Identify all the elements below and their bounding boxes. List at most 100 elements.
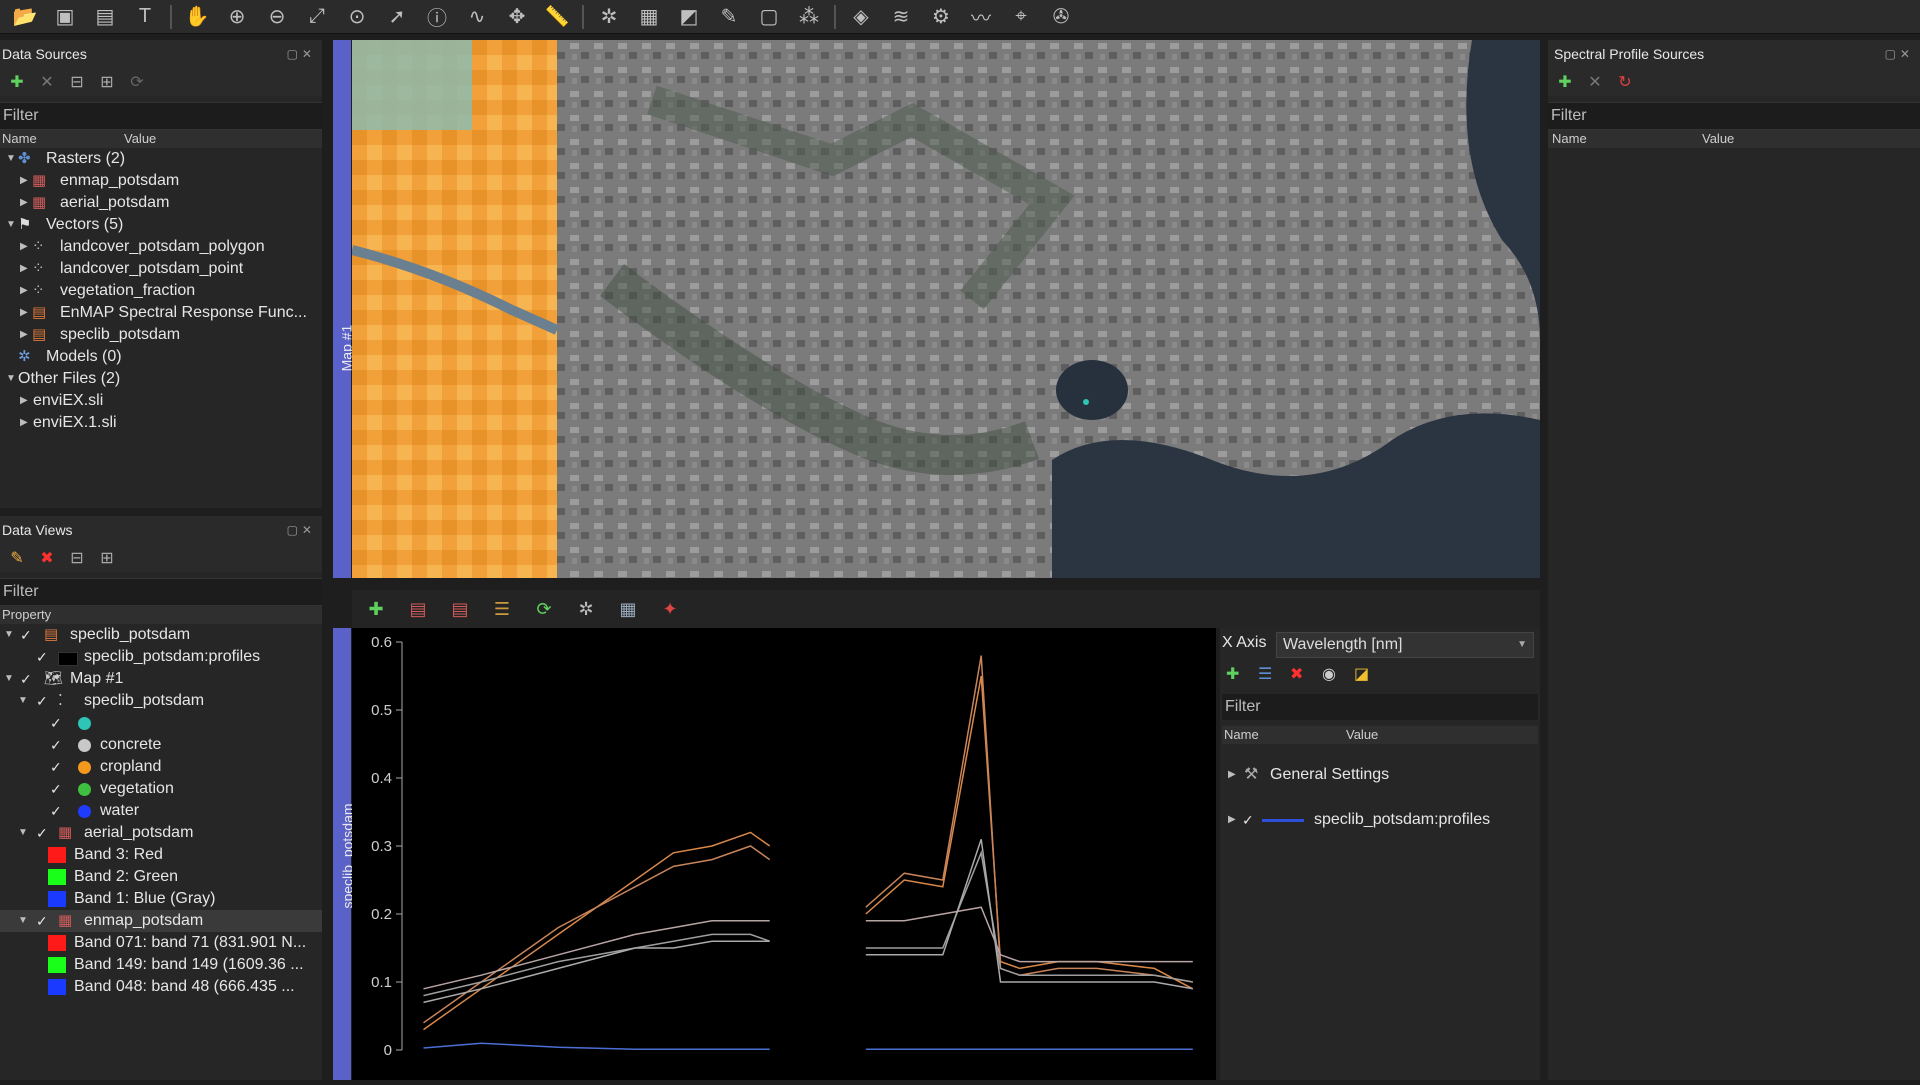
- tree-item[interactable]: ▼ Other Files (2): [0, 368, 322, 390]
- table-icon[interactable]: ▦: [614, 597, 642, 621]
- digitize-icon[interactable]: ⁂: [794, 3, 824, 31]
- tree-item[interactable]: ▶ ▤ EnMAP Spectral Response Func...: [0, 302, 322, 324]
- copy-icon[interactable]: ◪: [1354, 664, 1378, 684]
- add-view-icon[interactable]: ✎: [6, 547, 28, 569]
- checkbox-icon[interactable]: ✓: [20, 624, 32, 646]
- chevron-down-icon[interactable]: ▼: [4, 668, 14, 690]
- tree-item[interactable]: ▼ ✤ Rasters (2): [0, 148, 322, 170]
- checkbox-icon[interactable]: ✓: [50, 778, 62, 800]
- wave-icon[interactable]: 〰: [966, 3, 996, 31]
- google-earth-icon[interactable]: ◈: [846, 3, 876, 31]
- checkbox-icon[interactable]: ✓: [50, 800, 62, 822]
- visibility-icon[interactable]: ◉: [1322, 664, 1346, 684]
- speclib-dock-strip[interactable]: speclib_potsdam: [333, 628, 356, 1080]
- panel-float-close-icons[interactable]: ▢✕: [287, 516, 316, 544]
- expand-all-icon[interactable]: ⊞: [96, 547, 118, 569]
- spectral-profile-icon[interactable]: ∿: [462, 3, 492, 31]
- tree-item[interactable]: ▶ ▦ enmap_potsdam: [0, 170, 322, 192]
- data-views-filter[interactable]: Filter: [0, 578, 322, 606]
- chevron-down-icon[interactable]: ▼: [6, 148, 16, 170]
- checkbox-icon[interactable]: ✓: [50, 712, 62, 734]
- tree-item[interactable]: ▶ enviEX.1.sli: [0, 412, 322, 434]
- spectral-sources-filter[interactable]: Filter: [1548, 102, 1920, 130]
- xaxis-dropdown[interactable]: Wavelength [nm] ▼: [1276, 632, 1534, 658]
- select-feature-icon[interactable]: ➚: [382, 3, 412, 31]
- chevron-right-icon[interactable]: ▶: [20, 302, 28, 324]
- refresh-icon[interactable]: ⟳: [126, 71, 148, 93]
- pin-icon[interactable]: ✦: [656, 597, 684, 621]
- chevron-right-icon[interactable]: ▶: [1228, 764, 1236, 786]
- checkbox-icon[interactable]: ✓: [36, 822, 48, 844]
- chevron-right-icon[interactable]: ▶: [20, 412, 28, 434]
- tree-item[interactable]: Band 071: band 71 (831.901 N...: [0, 932, 322, 954]
- map-dock-strip[interactable]: Map #1: [333, 40, 354, 578]
- chevron-right-icon[interactable]: ▶: [20, 324, 28, 346]
- zoom-pixel-icon[interactable]: ⊙: [342, 3, 372, 31]
- identify-icon[interactable]: ⓘ: [422, 3, 452, 31]
- measure-icon[interactable]: 📏: [542, 3, 572, 31]
- collapse-all-icon[interactable]: ⊟: [66, 71, 88, 93]
- zoom-in-icon[interactable]: ⊕: [222, 3, 252, 31]
- chevron-down-icon[interactable]: ▼: [4, 624, 14, 646]
- tree-item[interactable]: Band 048: band 48 (666.435 ...: [0, 976, 322, 998]
- satellite-icon[interactable]: ✇: [1046, 3, 1076, 31]
- tree-item[interactable]: ✓ speclib_potsdam:profiles: [0, 646, 322, 668]
- remove-view-icon[interactable]: ✖: [36, 547, 58, 569]
- tree-item[interactable]: ▼ ✓ ⁚ speclib_potsdam: [0, 690, 322, 712]
- add-source-icon[interactable]: ✚: [1554, 71, 1576, 93]
- tree-item[interactable]: ✓: [0, 712, 322, 734]
- checkbox-icon[interactable]: ✓: [50, 756, 62, 778]
- data-sources-filter[interactable]: Filter: [0, 102, 322, 130]
- collapse-all-icon[interactable]: ⊟: [66, 547, 88, 569]
- add-visualization-icon[interactable]: ✚: [1226, 664, 1250, 684]
- chevron-down-icon[interactable]: ▼: [6, 214, 16, 236]
- tree-item[interactable]: ▶ ▦ aerial_potsdam: [0, 192, 322, 214]
- chevron-down-icon[interactable]: ▼: [6, 368, 16, 390]
- tree-item[interactable]: ▶ ⁘ landcover_potsdam_point: [0, 258, 322, 280]
- panel-float-close-icons[interactable]: ▢✕: [287, 40, 316, 68]
- new-speclib-icon[interactable]: ▤: [90, 3, 120, 31]
- tree-item[interactable]: ✓ vegetation: [0, 778, 322, 800]
- spectral-profile-line-0[interactable]: [423, 675, 1194, 1031]
- chevron-right-icon[interactable]: ▶: [20, 258, 28, 280]
- chevron-right-icon[interactable]: ▶: [20, 192, 28, 214]
- tree-item[interactable]: ▶ ⁘ landcover_potsdam_polygon: [0, 236, 322, 258]
- spectral-plot[interactable]: 0 0.1 0.2 0.3 0.4 0.5 0.6: [352, 628, 1216, 1080]
- pan-icon[interactable]: ✋: [182, 3, 212, 31]
- checkbox-icon[interactable]: ✓: [50, 734, 62, 756]
- tree-item[interactable]: ✲ Models (0): [0, 346, 322, 368]
- settings-icon[interactable]: ✲: [572, 597, 600, 621]
- checkbox-icon[interactable]: ✓: [36, 910, 48, 932]
- processing-icon[interactable]: ⚙: [926, 3, 956, 31]
- tree-item[interactable]: ▼ ⚑ Vectors (5): [0, 214, 322, 236]
- tree-item[interactable]: ▼ ✓ ▦ enmap_potsdam: [0, 910, 322, 932]
- chevron-right-icon[interactable]: ▶: [20, 390, 28, 412]
- pencil-icon[interactable]: ✎: [714, 3, 744, 31]
- add-profile-icon[interactable]: ✚: [362, 597, 390, 621]
- speclib-dropdown-icon[interactable]: ▤: [404, 597, 432, 621]
- tree-item[interactable]: ✓ concrete: [0, 734, 322, 756]
- chevron-down-icon[interactable]: ▼: [18, 690, 28, 712]
- chevron-right-icon[interactable]: ▶: [20, 236, 28, 258]
- reload-icon[interactable]: ↻: [1614, 71, 1636, 93]
- chevron-right-icon[interactable]: ▶: [20, 170, 28, 192]
- tree-item[interactable]: Band 149: band 149 (1609.36 ...: [0, 954, 322, 976]
- open-project-icon[interactable]: 📂: [10, 3, 40, 31]
- map-canvas[interactable]: [352, 40, 1540, 578]
- move-center-icon[interactable]: ✥: [502, 3, 532, 31]
- tree-item[interactable]: ▼ ✓ ▤ speclib_potsdam: [0, 624, 322, 646]
- tree-item[interactable]: ✓ cropland: [0, 756, 322, 778]
- checkbox-icon[interactable]: ✓: [36, 690, 48, 712]
- list-icon[interactable]: ☰: [1258, 664, 1282, 684]
- tree-item[interactable]: ▼ ✓ ▦ aerial_potsdam: [0, 822, 322, 844]
- tree-item[interactable]: Band 2: Green: [0, 866, 322, 888]
- tree-item[interactable]: ▶ ▤ speclib_potsdam: [0, 324, 322, 346]
- attribute-table-icon[interactable]: ▦: [634, 3, 664, 31]
- spectral-profile-line-4[interactable]: [423, 838, 1193, 1004]
- speclib-icon[interactable]: ▤: [446, 597, 474, 621]
- zoom-out-icon[interactable]: ⊖: [262, 3, 292, 31]
- settings-filter[interactable]: Filter: [1222, 694, 1538, 720]
- chevron-right-icon[interactable]: ▶: [1228, 809, 1236, 831]
- chevron-right-icon[interactable]: ▶: [20, 280, 28, 302]
- checkbox-icon[interactable]: ✓: [36, 646, 48, 668]
